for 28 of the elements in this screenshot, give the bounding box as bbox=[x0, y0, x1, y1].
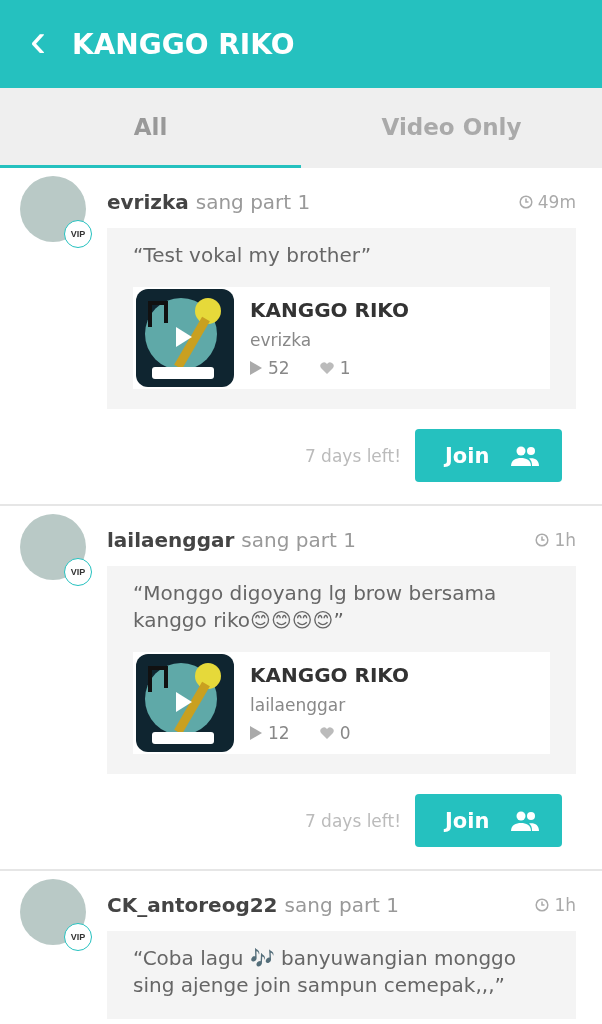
action-text: sang part 1 bbox=[284, 893, 400, 917]
vip-badge: VIP bbox=[64, 220, 92, 248]
like-count: 0 bbox=[339, 723, 351, 743]
song-title: KANGGO RIKO bbox=[250, 663, 409, 687]
song-artist: evrizka bbox=[250, 330, 313, 350]
song-title: KANGGO RIKO bbox=[250, 298, 409, 322]
username[interactable]: evrizka bbox=[107, 190, 189, 214]
post-time: 49m bbox=[537, 192, 576, 212]
song-card[interactable]: KANGGO RIKO lailaenggar 12 0 bbox=[133, 652, 550, 754]
play-count: 12 bbox=[268, 723, 290, 743]
message-text: “Monggo digoyang lg brow bersama kanggo riko😊😊😊😊” bbox=[133, 580, 498, 634]
post-time: 1h bbox=[554, 895, 576, 915]
like-count: 1 bbox=[339, 358, 351, 378]
vip-badge: VIP bbox=[64, 923, 92, 951]
vip-badge: VIP bbox=[64, 558, 92, 586]
song-card[interactable]: KANGGO RIKO evrizka 52 1 bbox=[133, 287, 550, 389]
play-count: 52 bbox=[268, 358, 290, 378]
song-artist: lailaenggar bbox=[250, 695, 347, 715]
header-title: KANGGO RIKO bbox=[72, 27, 295, 61]
message-text: “Test vokal my brother” bbox=[133, 242, 373, 269]
deadline-text: 7 days left! bbox=[304, 445, 401, 466]
message-text: “Coba lagu 🎶 banyuwangian monggo sing ajenge join sampun cemepak,,,” bbox=[133, 945, 518, 999]
username[interactable]: lailaenggar bbox=[107, 528, 235, 552]
action-text: sang part 1 bbox=[195, 190, 311, 214]
username[interactable]: CK_antoreog22 bbox=[107, 893, 278, 917]
deadline-text: 7 days left! bbox=[304, 810, 401, 831]
post-time: 1h bbox=[554, 530, 576, 550]
action-text: sang part 1 bbox=[241, 528, 356, 552]
